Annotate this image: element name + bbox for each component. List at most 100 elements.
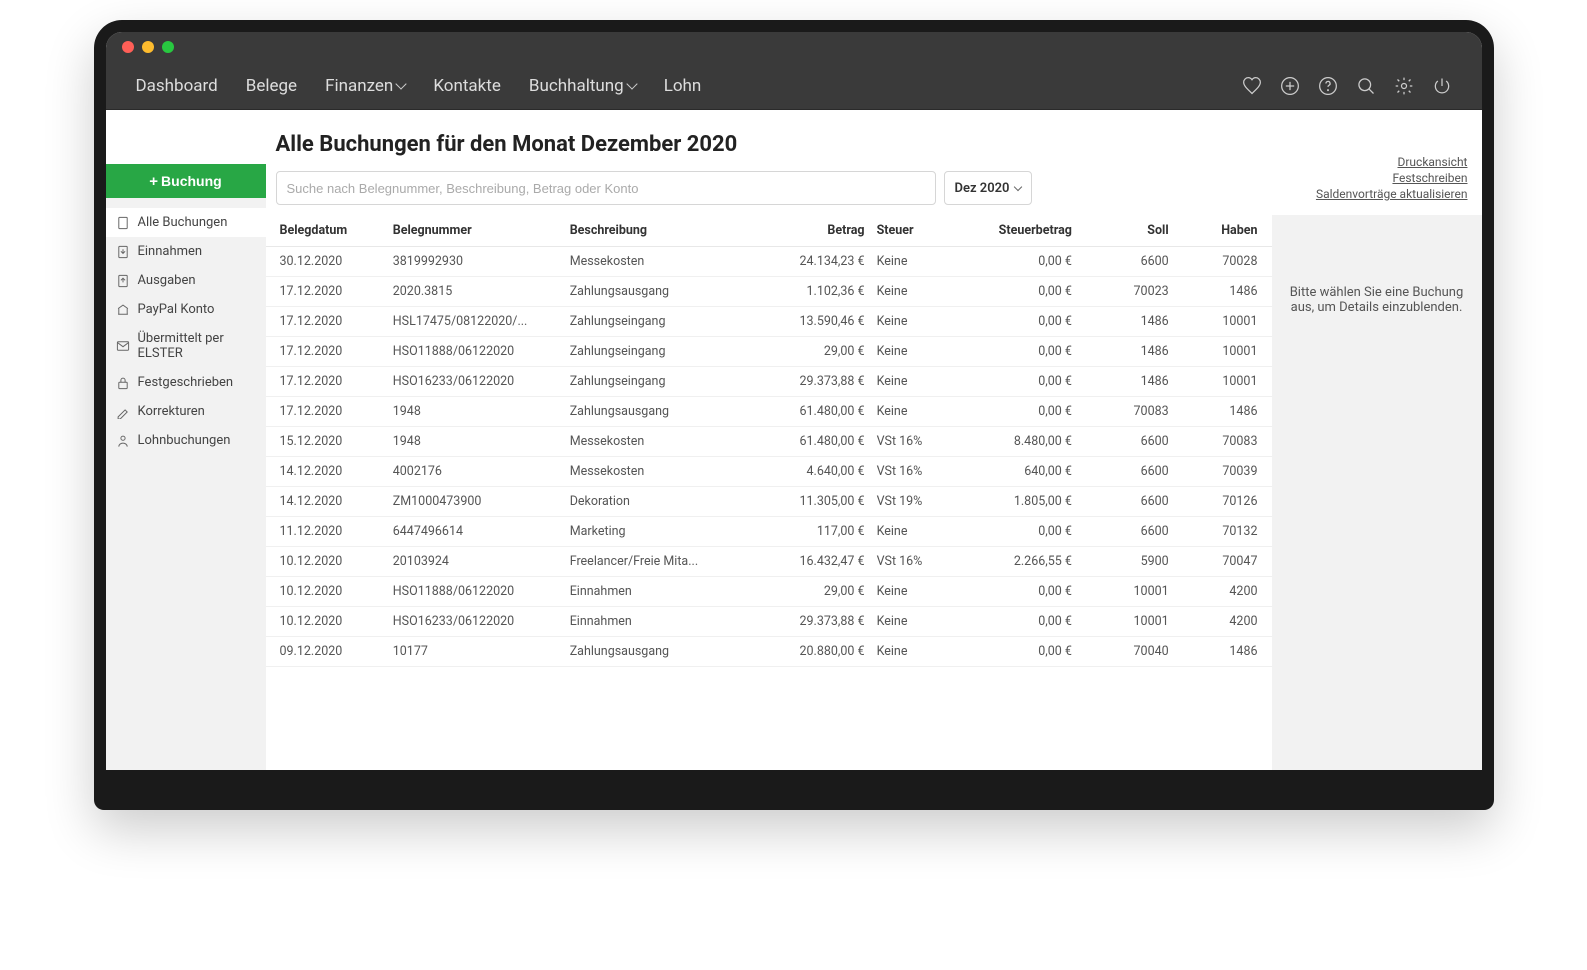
sidebar-item-korrekturen[interactable]: Korrekturen: [106, 397, 266, 426]
col-tax[interactable]: Steuer: [871, 215, 954, 247]
cell-credit: 1486: [1175, 397, 1272, 427]
add-booking-button[interactable]: + Buchung: [106, 164, 266, 198]
table-row[interactable]: 09.12.202010177Zahlungsausgang20.880,00 …: [266, 637, 1272, 667]
cell-credit: 10001: [1175, 337, 1272, 367]
table-row[interactable]: 30.12.20203819992930Messekosten24.134,23…: [266, 247, 1272, 277]
table-row[interactable]: 10.12.202020103924Freelancer/Freie Mita.…: [266, 547, 1272, 577]
cell-date: 17.12.2020: [266, 367, 387, 397]
add-circle-icon[interactable]: [1280, 76, 1300, 96]
cell-debit: 70083: [1078, 397, 1175, 427]
cell-desc: Zahlungseingang: [564, 367, 758, 397]
search-input[interactable]: [276, 171, 936, 205]
power-icon[interactable]: [1432, 76, 1452, 96]
col-date[interactable]: Belegdatum: [266, 215, 387, 247]
bookings-table: Belegdatum Belegnummer Beschreibung Betr…: [266, 215, 1272, 667]
nav-item-buchhaltung[interactable]: Buchhaltung: [529, 76, 636, 96]
cell-num: 20103924: [387, 547, 564, 577]
detail-placeholder: Bitte wählen Sie eine Buchung aus, um De…: [1290, 285, 1464, 315]
minimize-dot[interactable]: [142, 41, 154, 53]
table-row[interactable]: 17.12.20201948Zahlungsausgang61.480,00 €…: [266, 397, 1272, 427]
sidebar-item-label: Ausgaben: [138, 273, 196, 288]
cell-tax: Keine: [871, 637, 954, 667]
cell-num: HSO16233/06122020: [387, 367, 564, 397]
cell-debit: 1486: [1078, 367, 1175, 397]
cell-tax: Keine: [871, 247, 954, 277]
sidebar-item-übermittelt-per-elster[interactable]: Übermittelt per ELSTER: [106, 324, 266, 368]
sidebar-item-festgeschrieben[interactable]: Festgeschrieben: [106, 368, 266, 397]
table-row[interactable]: 17.12.2020HSO11888/06122020Zahlungseinga…: [266, 337, 1272, 367]
cell-debit: 5900: [1078, 547, 1175, 577]
table-row[interactable]: 15.12.20201948Messekosten61.480,00 €VSt …: [266, 427, 1272, 457]
col-taxamt[interactable]: Steuerbetrag: [954, 215, 1078, 247]
sidebar-item-alle-buchungen[interactable]: Alle Buchungen: [106, 208, 266, 237]
cell-num: HSL17475/08122020/...: [387, 307, 564, 337]
cell-taxamt: 640,00 €: [954, 457, 1078, 487]
table-row[interactable]: 17.12.20202020.3815Zahlungsausgang1.102,…: [266, 277, 1272, 307]
cell-tax: Keine: [871, 607, 954, 637]
col-num[interactable]: Belegnummer: [387, 215, 564, 247]
period-selector[interactable]: Dez 2020: [944, 171, 1033, 205]
cell-date: 17.12.2020: [266, 277, 387, 307]
sidebar-item-label: Übermittelt per ELSTER: [138, 331, 256, 361]
cell-amount: 61.480,00 €: [757, 397, 870, 427]
cell-amount: 11.305,00 €: [757, 487, 870, 517]
cell-desc: Zahlungsausgang: [564, 397, 758, 427]
cell-debit: 70040: [1078, 637, 1175, 667]
cell-tax: Keine: [871, 277, 954, 307]
col-credit[interactable]: Haben: [1175, 215, 1272, 247]
table-row[interactable]: 10.12.2020HSO11888/06122020Einnahmen29,0…: [266, 577, 1272, 607]
sidebar-item-ausgaben[interactable]: Ausgaben: [106, 266, 266, 295]
nav-item-belege[interactable]: Belege: [246, 76, 297, 96]
gear-icon[interactable]: [1394, 76, 1414, 96]
cell-desc: Messekosten: [564, 457, 758, 487]
cell-taxamt: 0,00 €: [954, 397, 1078, 427]
nav-item-kontakte[interactable]: Kontakte: [433, 76, 501, 96]
table-row[interactable]: 14.12.2020ZM1000473900Dekoration11.305,0…: [266, 487, 1272, 517]
nav-item-lohn[interactable]: Lohn: [664, 76, 702, 96]
fullscreen-dot[interactable]: [162, 41, 174, 53]
cell-debit: 6600: [1078, 247, 1175, 277]
cell-date: 09.12.2020: [266, 637, 387, 667]
search-icon[interactable]: [1356, 76, 1376, 96]
table-row[interactable]: 10.12.2020HSO16233/06122020Einnahmen29.3…: [266, 607, 1272, 637]
bookings-table-wrap[interactable]: Belegdatum Belegnummer Beschreibung Betr…: [266, 215, 1272, 770]
nav-item-label: Kontakte: [433, 76, 501, 96]
nav-item-finanzen[interactable]: Finanzen: [325, 76, 405, 96]
cell-tax: Keine: [871, 397, 954, 427]
cell-num: HSO16233/06122020: [387, 607, 564, 637]
cell-debit: 70023: [1078, 277, 1175, 307]
nav-item-dashboard[interactable]: Dashboard: [136, 76, 218, 96]
person-icon: [116, 434, 130, 448]
sidebar-item-label: Lohnbuchungen: [138, 433, 231, 448]
col-debit[interactable]: Soll: [1078, 215, 1175, 247]
col-desc[interactable]: Beschreibung: [564, 215, 758, 247]
cell-tax: Keine: [871, 367, 954, 397]
heart-icon[interactable]: [1242, 76, 1262, 96]
sidebar-item-lohnbuchungen[interactable]: Lohnbuchungen: [106, 426, 266, 455]
print-link[interactable]: Druckansicht: [1397, 155, 1467, 169]
cell-date: 17.12.2020: [266, 337, 387, 367]
table-row[interactable]: 17.12.2020HSO16233/06122020Zahlungseinga…: [266, 367, 1272, 397]
table-row[interactable]: 14.12.20204002176Messekosten4.640,00 €VS…: [266, 457, 1272, 487]
sidebar-item-einnahmen[interactable]: Einnahmen: [106, 237, 266, 266]
cell-tax: VSt 16%: [871, 457, 954, 487]
cell-taxamt: 0,00 €: [954, 517, 1078, 547]
cell-amount: 1.102,36 €: [757, 277, 870, 307]
table-row[interactable]: 11.12.20206447496614Marketing117,00 €Kei…: [266, 517, 1272, 547]
balances-link[interactable]: Saldenvorträge aktualisieren: [1316, 187, 1468, 201]
cell-amount: 13.590,46 €: [757, 307, 870, 337]
cell-taxamt: 0,00 €: [954, 577, 1078, 607]
col-amount[interactable]: Betrag: [757, 215, 870, 247]
table-row[interactable]: 17.12.2020HSL17475/08122020/...Zahlungse…: [266, 307, 1272, 337]
commit-link[interactable]: Festschreiben: [1392, 171, 1467, 185]
cell-desc: Messekosten: [564, 427, 758, 457]
cell-tax: Keine: [871, 337, 954, 367]
sidebar-item-label: PayPal Konto: [138, 302, 215, 317]
cell-debit: 10001: [1078, 607, 1175, 637]
help-icon[interactable]: [1318, 76, 1338, 96]
cell-taxamt: 0,00 €: [954, 367, 1078, 397]
close-dot[interactable]: [122, 41, 134, 53]
cell-tax: VSt 19%: [871, 487, 954, 517]
cell-debit: 1486: [1078, 337, 1175, 367]
sidebar-item-paypal-konto[interactable]: PayPal Konto: [106, 295, 266, 324]
